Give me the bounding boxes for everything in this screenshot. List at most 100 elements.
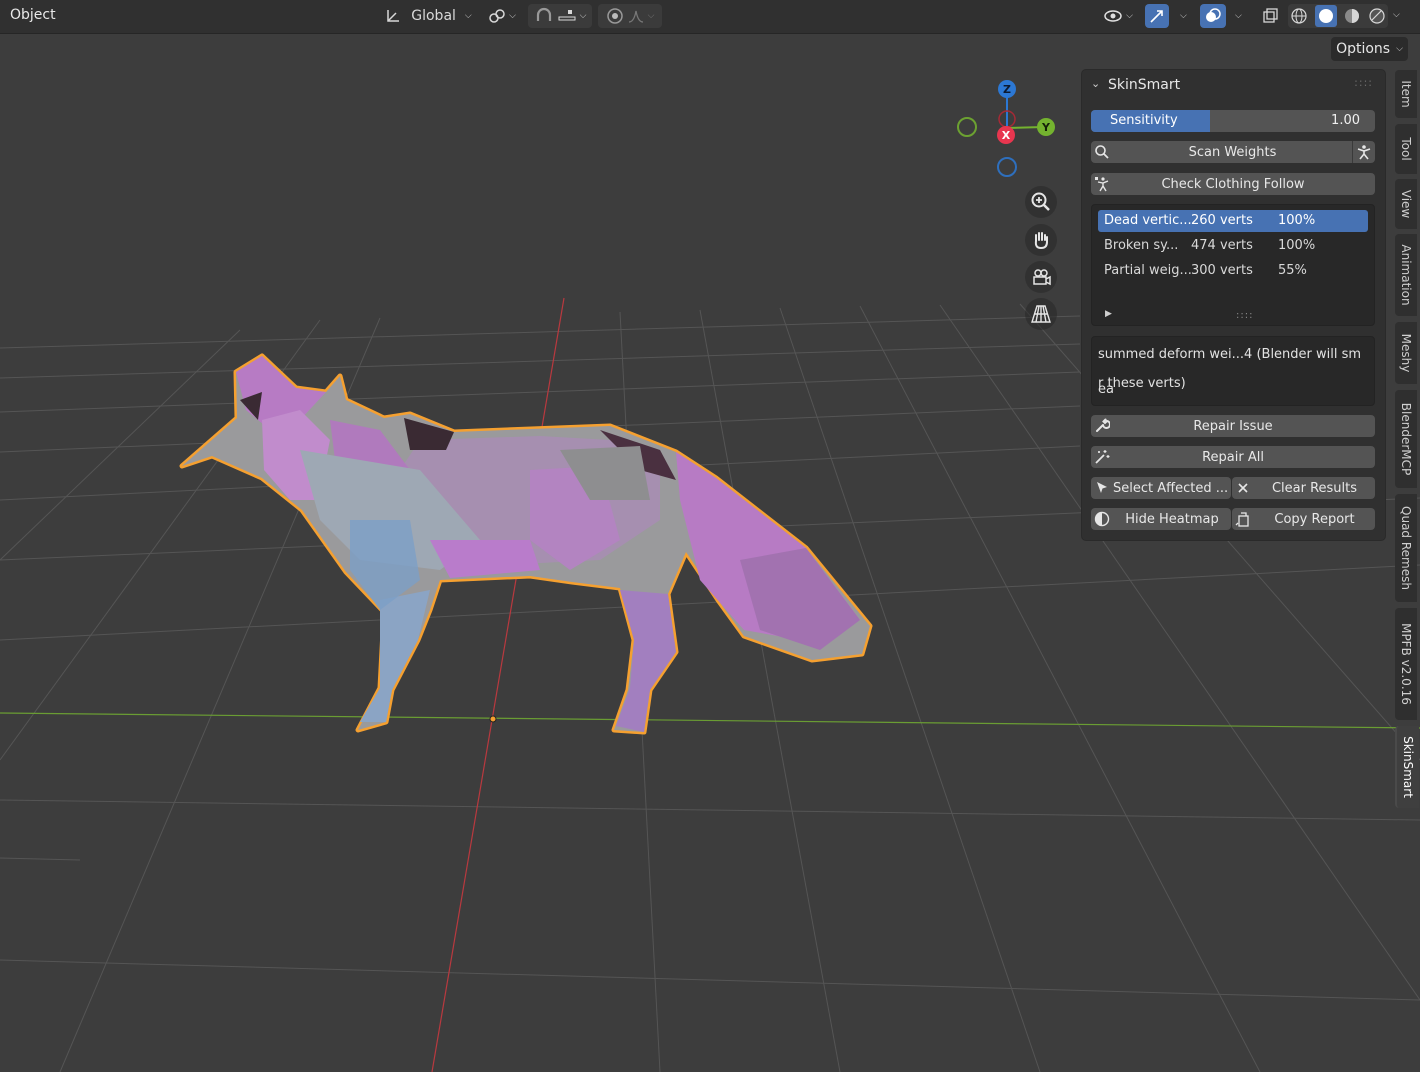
- repair-issue-button[interactable]: Repair Issue: [1091, 415, 1375, 437]
- perspective-toggle-button[interactable]: [1025, 298, 1057, 330]
- list-resize-handle-icon[interactable]: ::::: [1236, 310, 1253, 321]
- drag-handle-icon[interactable]: ::::: [1354, 76, 1373, 89]
- tab-meshy[interactable]: Meshy: [1395, 322, 1417, 384]
- select-affected-label: Select Affected ...: [1113, 480, 1229, 496]
- material-shading-icon[interactable]: [1343, 7, 1361, 25]
- link-icon: [489, 9, 505, 23]
- shading-options-chevron-icon[interactable]: ⌵: [1393, 10, 1400, 20]
- pan-button[interactable]: [1025, 224, 1057, 256]
- issue-description: summed deform wei...4 (Blender will smea…: [1091, 336, 1375, 406]
- check-clothing-follow-button[interactable]: Check Clothing Follow: [1091, 173, 1375, 195]
- snap-toggle-group[interactable]: ⌵: [528, 4, 592, 28]
- chevron-down-icon: ⌵: [579, 11, 587, 21]
- tab-tool[interactable]: Tool: [1395, 124, 1417, 174]
- hide-heatmap-label: Hide Heatmap: [1125, 511, 1219, 527]
- gizmo-z-label: Z: [1003, 83, 1011, 96]
- wireframe-shading-icon[interactable]: [1290, 7, 1308, 25]
- results-list: Dead vertic... 260 verts 100% Broken sy.…: [1091, 204, 1375, 326]
- skinsmart-panel: ⌄ SkinSmart :::: Sensitivity 1.00 Scan W…: [1081, 69, 1386, 541]
- chevron-down-icon: ⌵: [1396, 44, 1403, 54]
- result-count: 300 verts: [1191, 263, 1253, 278]
- copy-clipboard-icon: [1232, 508, 1254, 530]
- gizmo-y-label: Y: [1041, 121, 1051, 134]
- gizmo-toggle[interactable]: [1145, 4, 1169, 28]
- proportional-editing-group[interactable]: ⌵: [598, 4, 662, 28]
- wrench-icon: [1091, 415, 1113, 437]
- panel-title[interactable]: SkinSmart: [1108, 77, 1180, 93]
- camera-icon: [1033, 269, 1051, 286]
- rendered-shading-icon[interactable]: [1368, 7, 1386, 25]
- overlays-toggle[interactable]: [1200, 4, 1226, 28]
- orientation-icon: [387, 10, 400, 22]
- viewport-header: Object Global ⌵ ⌵ ⌵ ⌵ ⌵ ⌵ ⌵ ⌵: [0, 0, 1420, 34]
- x-axis-line: [431, 297, 565, 1072]
- tab-label: Quad Remesh: [1399, 506, 1413, 590]
- hand-icon: [1034, 232, 1048, 250]
- y-axis-line: [0, 712, 1420, 729]
- sensitivity-value: 1.00: [1331, 113, 1360, 128]
- copy-report-label: Copy Report: [1274, 511, 1355, 527]
- shading-mode-group[interactable]: [1288, 4, 1388, 28]
- chevron-down-icon: ⌵: [1235, 11, 1242, 21]
- list-item[interactable]: Broken sy... 474 verts 100%: [1098, 235, 1368, 257]
- hide-heatmap-button[interactable]: Hide Heatmap: [1091, 508, 1231, 530]
- tab-mpfb[interactable]: MPFB v2.0.16: [1395, 608, 1417, 720]
- scan-weights-button[interactable]: Scan Weights: [1113, 144, 1352, 160]
- result-name: Dead vertic...: [1104, 213, 1192, 228]
- chevron-down-icon: ⌵: [1126, 11, 1133, 21]
- tab-quad-remesh[interactable]: Quad Remesh: [1395, 494, 1417, 602]
- sensitivity-slider[interactable]: Sensitivity 1.00: [1091, 110, 1375, 132]
- repair-all-label: Repair All: [1202, 449, 1264, 465]
- options-label: Options: [1336, 41, 1391, 57]
- tab-label: View: [1399, 189, 1413, 219]
- result-name: Partial weig...: [1104, 263, 1192, 278]
- clear-results-label: Clear Results: [1271, 480, 1358, 496]
- navigation-gizmo[interactable]: Z Y X: [957, 80, 1055, 177]
- list-item[interactable]: Partial weig... 300 verts 55%: [1098, 260, 1368, 282]
- options-dropdown[interactable]: Options ⌵: [1331, 37, 1408, 61]
- chevron-down-icon: ⌵: [464, 11, 472, 21]
- result-percent: 55%: [1278, 263, 1307, 278]
- gizmo-toggle-group[interactable]: ⌵: [1145, 4, 1191, 28]
- clear-results-button[interactable]: Clear Results: [1232, 477, 1375, 499]
- check-clothing-follow-label: Check Clothing Follow: [1161, 176, 1305, 192]
- chevron-down-icon: ⌵: [1180, 11, 1187, 21]
- zoom-in-icon: [1031, 192, 1050, 211]
- select-affected-button[interactable]: Select Affected ...: [1091, 477, 1231, 499]
- result-name: Broken sy...: [1104, 238, 1179, 253]
- tab-label: Animation: [1399, 244, 1413, 306]
- repair-all-button[interactable]: Repair All: [1091, 446, 1375, 468]
- magnet-icon: [536, 7, 551, 21]
- orientation-label: Global: [411, 8, 456, 24]
- result-count: 474 verts: [1191, 238, 1253, 253]
- transform-orientation-dropdown[interactable]: Global ⌵: [382, 4, 474, 28]
- tab-label: Meshy: [1399, 333, 1413, 373]
- pivot-point-dropdown[interactable]: ⌵: [484, 4, 520, 28]
- gizmo-x-label: X: [1002, 129, 1011, 142]
- visibility-dropdown[interactable]: ⌵: [1098, 4, 1138, 28]
- xray-toggle[interactable]: [1258, 4, 1282, 28]
- overlays-toggle-group[interactable]: ⌵: [1200, 4, 1248, 28]
- repair-issue-label: Repair Issue: [1193, 418, 1273, 434]
- copy-report-button[interactable]: Copy Report: [1232, 508, 1375, 530]
- proportional-edit-icon: [606, 8, 623, 24]
- armature-pose-icon[interactable]: [1352, 141, 1375, 163]
- tab-label: SkinSmart: [1401, 736, 1415, 798]
- mode-label[interactable]: Object: [10, 7, 56, 23]
- collapse-chevron-icon[interactable]: ⌄: [1091, 77, 1100, 90]
- solid-shading-button[interactable]: [1314, 5, 1337, 27]
- tab-label: Tool: [1399, 137, 1413, 161]
- list-item[interactable]: Dead vertic... 260 verts 100%: [1098, 210, 1368, 232]
- tab-item[interactable]: Item: [1395, 70, 1417, 118]
- tab-label: Item: [1399, 80, 1413, 108]
- tab-skinsmart[interactable]: SkinSmart: [1395, 726, 1419, 808]
- clothing-pose-icon: [1091, 173, 1113, 195]
- expand-triangle-icon[interactable]: ▶: [1105, 309, 1112, 319]
- solid-shading-icon: [1318, 9, 1333, 23]
- tab-animation[interactable]: Animation: [1395, 234, 1417, 316]
- tab-view[interactable]: View: [1395, 179, 1417, 229]
- magic-wand-icon: [1091, 446, 1113, 468]
- zoom-button[interactable]: [1025, 186, 1057, 218]
- tab-blendermcp[interactable]: BlenderMCP: [1395, 390, 1417, 488]
- camera-view-button[interactable]: [1025, 261, 1057, 293]
